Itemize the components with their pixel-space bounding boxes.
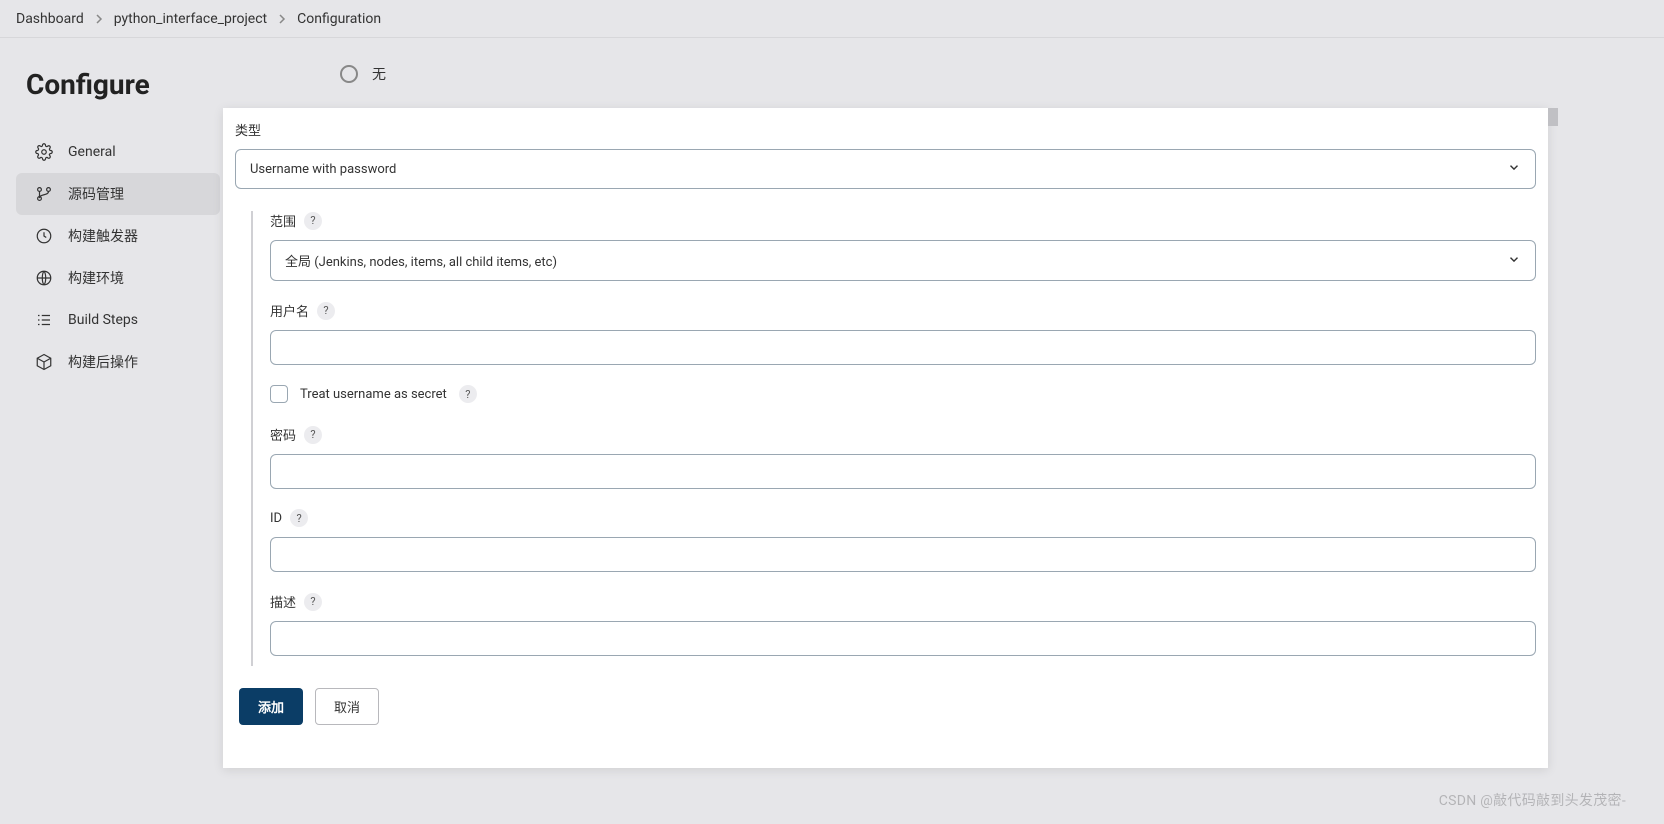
sidebar-item-label: Build Steps xyxy=(68,312,138,328)
scm-none-option[interactable]: 无 xyxy=(340,64,1664,84)
cancel-button[interactable]: 取消 xyxy=(315,688,379,725)
gear-icon xyxy=(34,142,54,162)
id-input[interactable] xyxy=(270,537,1536,572)
watermark: CSDN @敲代码敲到头发茂密- xyxy=(1439,790,1626,810)
sidebar-item-triggers[interactable]: 构建触发器 xyxy=(16,215,220,257)
scope-value: 全局 (Jenkins, nodes, items, all child ite… xyxy=(285,251,557,270)
treat-secret-label: Treat username as secret xyxy=(300,387,447,402)
description-label: 描述 xyxy=(270,592,296,611)
type-label: 类型 xyxy=(235,120,1536,139)
chevron-down-icon xyxy=(1507,252,1521,270)
sidebar-item-label: 构建触发器 xyxy=(68,226,138,246)
username-input[interactable] xyxy=(270,330,1536,365)
help-icon[interactable]: ? xyxy=(304,212,322,230)
breadcrumb: Dashboard python_interface_project Confi… xyxy=(0,0,1664,38)
sidebar-item-env[interactable]: 构建环境 xyxy=(16,257,220,299)
help-icon[interactable]: ? xyxy=(459,385,477,403)
clock-icon xyxy=(34,226,54,246)
help-icon[interactable]: ? xyxy=(304,593,322,611)
sidebar-nav: General 源码管理 构建触发器 构建环境 Build Steps 构建后操… xyxy=(16,131,220,383)
password-input[interactable] xyxy=(270,454,1536,489)
page-title: Configure xyxy=(26,68,220,101)
chevron-right-icon xyxy=(277,14,287,24)
sidebar-item-general[interactable]: General xyxy=(16,131,220,173)
radio-label: 无 xyxy=(372,64,386,84)
id-label: ID xyxy=(270,511,282,526)
username-label: 用户名 xyxy=(270,301,309,320)
treat-secret-checkbox[interactable] xyxy=(270,385,288,403)
breadcrumb-item-configuration[interactable]: Configuration xyxy=(297,11,381,27)
branch-icon xyxy=(34,184,54,204)
scrollbar-thumb[interactable] xyxy=(1548,108,1558,126)
chevron-right-icon xyxy=(94,14,104,24)
radio-icon[interactable] xyxy=(340,65,358,83)
scope-label: 范围 xyxy=(270,211,296,230)
breadcrumb-item-dashboard[interactable]: Dashboard xyxy=(16,11,84,27)
cube-icon xyxy=(34,352,54,372)
sidebar-item-label: 构建后操作 xyxy=(68,352,138,372)
type-select[interactable]: Username with password xyxy=(235,149,1536,189)
password-label: 密码 xyxy=(270,425,296,444)
sidebar-item-source[interactable]: 源码管理 xyxy=(16,173,220,215)
sidebar-item-label: 源码管理 xyxy=(68,184,124,204)
description-input[interactable] xyxy=(270,621,1536,656)
list-icon xyxy=(34,310,54,330)
globe-icon xyxy=(34,268,54,288)
add-credentials-dialog: 类型 Username with password 范围 ? 全局 (Jenki… xyxy=(223,108,1548,768)
sidebar-item-steps[interactable]: Build Steps xyxy=(16,299,220,341)
sidebar-item-post[interactable]: 构建后操作 xyxy=(16,341,220,383)
sidebar-item-label: General xyxy=(68,144,116,160)
help-icon[interactable]: ? xyxy=(290,509,308,527)
scope-select[interactable]: 全局 (Jenkins, nodes, items, all child ite… xyxy=(270,240,1536,281)
add-button[interactable]: 添加 xyxy=(239,688,303,725)
sidebar-item-label: 构建环境 xyxy=(68,268,124,288)
chevron-down-icon xyxy=(1507,160,1521,178)
help-icon[interactable]: ? xyxy=(317,302,335,320)
help-icon[interactable]: ? xyxy=(304,426,322,444)
type-value: Username with password xyxy=(250,162,396,177)
breadcrumb-item-project[interactable]: python_interface_project xyxy=(114,11,267,27)
